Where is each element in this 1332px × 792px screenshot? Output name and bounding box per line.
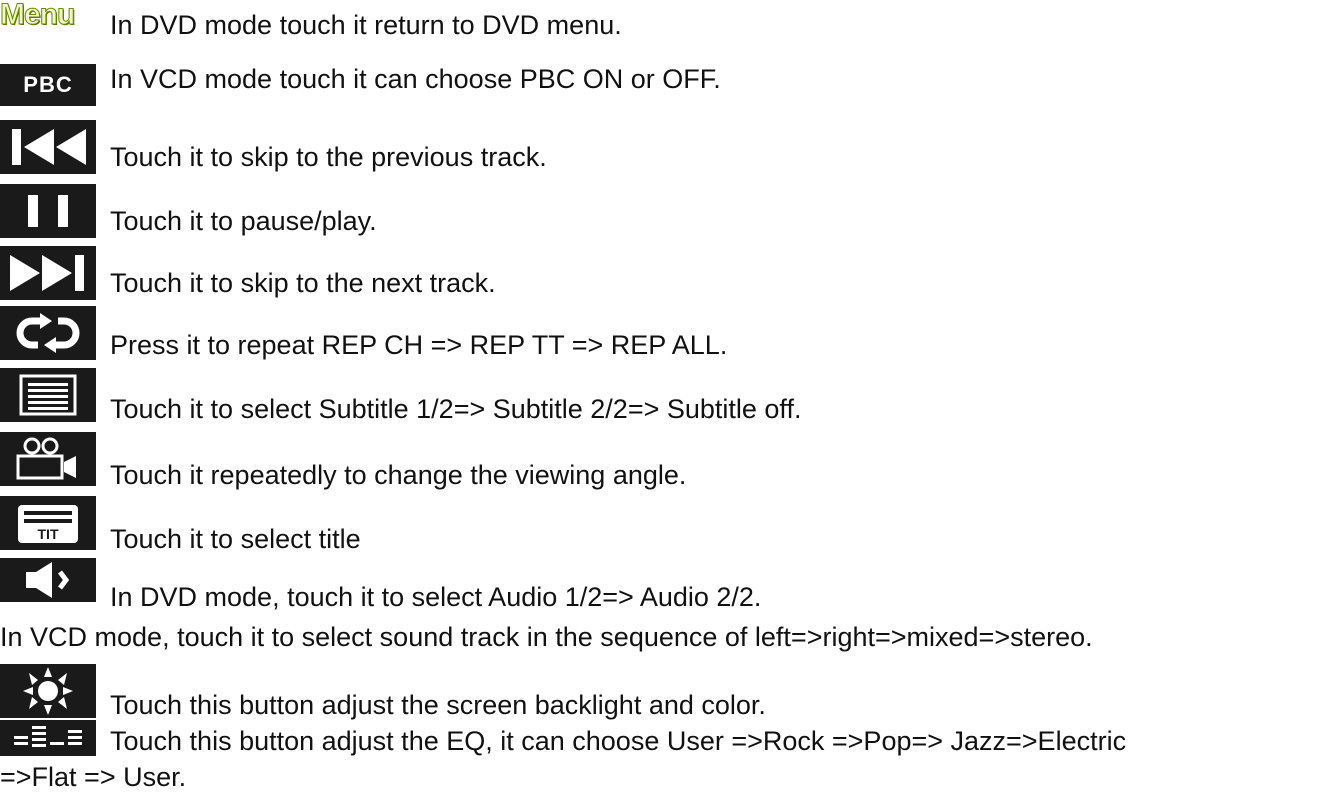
- equalizer-icon: [0, 720, 96, 756]
- item-description: In VCD mode touch it can choose PBC ON o…: [110, 64, 721, 94]
- repeat-icon: [0, 306, 96, 360]
- item-menu: Menu In DVD mode touch it return to DVD …: [0, 0, 1332, 54]
- item-description: Touch it to select Subtitle 1/2=> Subtit…: [110, 394, 802, 424]
- item-next: Touch it to skip to the next track.: [0, 246, 1332, 300]
- skip-previous-icon: [0, 120, 96, 174]
- subtitle-icon: [0, 368, 96, 422]
- item-pause: Touch it to pause/play.: [0, 184, 1332, 238]
- svg-text:TIT: TIT: [38, 526, 59, 542]
- item-repeat: Press it to repeat REP CH => REP TT => R…: [0, 306, 1332, 360]
- title-icon: TIT: [0, 496, 96, 550]
- item-description: In DVD mode touch it return to DVD menu.: [110, 10, 622, 40]
- audio-icon: [0, 558, 96, 602]
- item-description-continued: In VCD mode, touch it to select sound tr…: [0, 622, 1093, 652]
- brightness-icon: [0, 664, 96, 718]
- item-audio: In DVD mode, touch it to select Audio 1/…: [0, 558, 1332, 668]
- item-description: Touch it to skip to the next track.: [110, 268, 496, 298]
- item-description: Touch it repeatedly to change the viewin…: [110, 460, 687, 490]
- camera-angle-icon: [0, 432, 96, 486]
- skip-next-icon: [0, 246, 96, 300]
- item-description: Touch this button adjust the screen back…: [110, 690, 766, 720]
- item-brightness: Touch this button adjust the screen back…: [0, 664, 1332, 720]
- item-description: Touch it to pause/play.: [110, 206, 377, 236]
- item-description: Touch it to skip to the previous track.: [110, 142, 547, 172]
- item-previous: Touch it to skip to the previous track.: [0, 120, 1332, 174]
- item-description: In DVD mode, touch it to select Audio 1/…: [110, 582, 762, 612]
- item-description: Press it to repeat REP CH => REP TT => R…: [110, 330, 728, 360]
- menu-text-icon: Menu: [0, 0, 76, 31]
- item-description: Touch this button adjust the EQ, it can …: [110, 726, 1127, 756]
- item-description: Touch it to select title: [110, 524, 361, 554]
- item-title: TIT Touch it to select title: [0, 496, 1332, 554]
- item-pbc: PBC In VCD mode touch it can choose PBC …: [0, 48, 1332, 106]
- item-equalizer: Touch this button adjust the EQ, it can …: [0, 720, 1332, 791]
- pause-icon: [0, 184, 96, 238]
- pbc-text-icon: PBC: [0, 64, 96, 106]
- item-subtitle: Touch it to select Subtitle 1/2=> Subtit…: [0, 368, 1332, 424]
- item-angle: Touch it repeatedly to change the viewin…: [0, 432, 1332, 490]
